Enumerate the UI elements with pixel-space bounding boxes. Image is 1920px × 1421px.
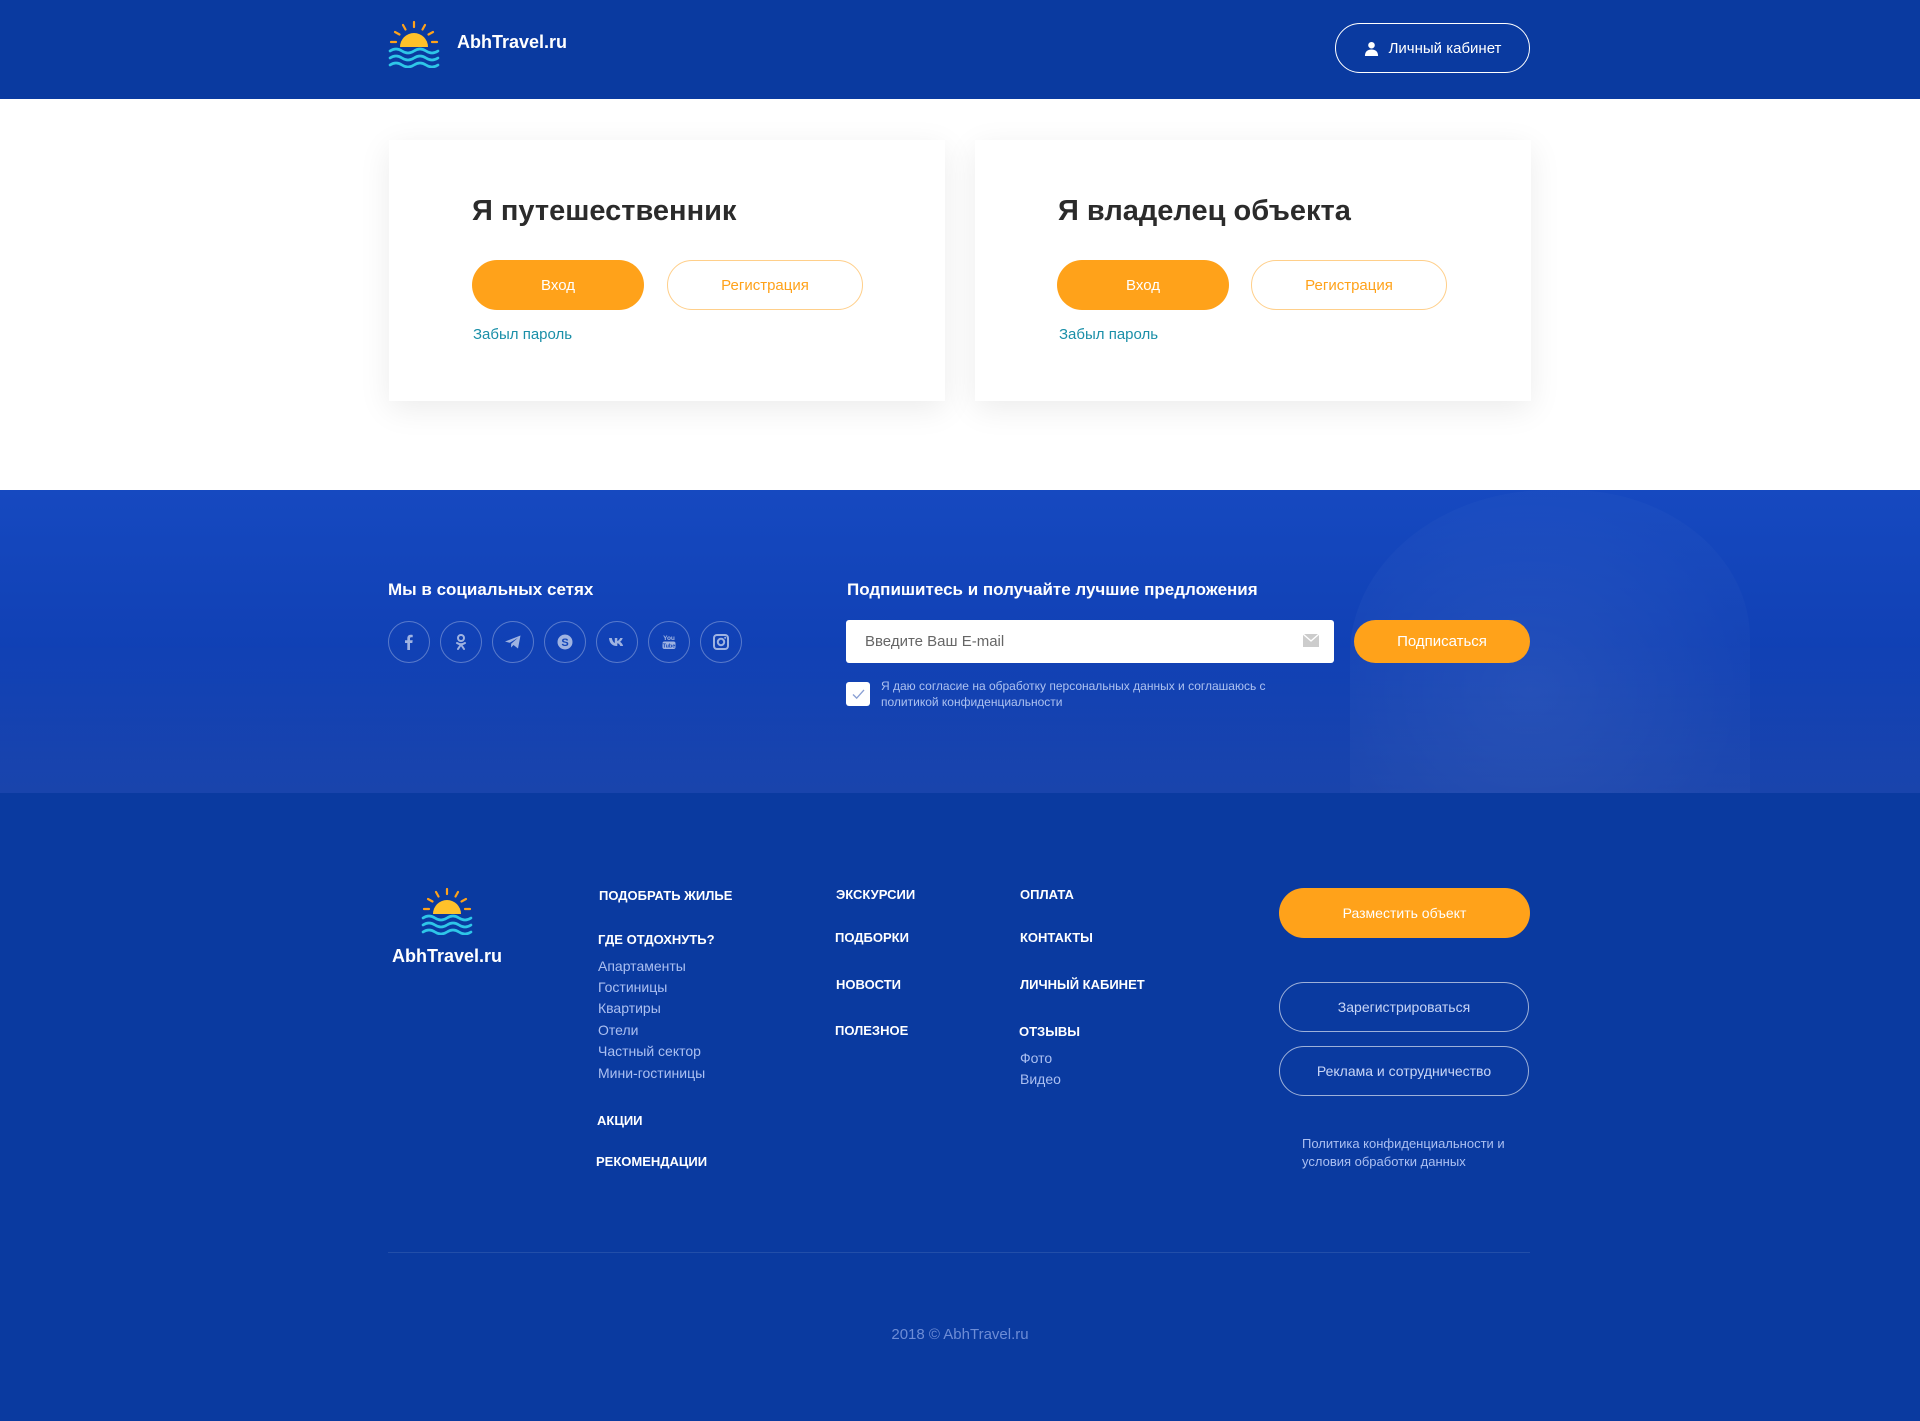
footer-logo[interactable]: AbhTravel.ru <box>389 887 505 967</box>
subscribe-section-title: Подпишитесь и получайте лучшие предложен… <box>847 580 1258 599</box>
owner-register-button[interactable]: Регистрация <box>1251 260 1447 310</box>
email-field-wrapper <box>846 620 1334 663</box>
traveler-card: Я путешественник Вход Регистрация Забыл … <box>389 140 945 401</box>
social-subscribe-section: Мы в социальных сетях S You Tube Подпишит… <box>0 490 1920 793</box>
owner-login-button[interactable]: Вход <box>1057 260 1229 310</box>
traveler-register-button[interactable]: Регистрация <box>667 260 863 310</box>
footer-link-recommendations[interactable]: РЕКОМЕНДАЦИИ <box>596 1154 707 1169</box>
sunrise-logo-icon <box>421 887 473 936</box>
place-object-button[interactable]: Разместить объект <box>1279 888 1530 938</box>
svg-text:Tube: Tube <box>663 644 676 650</box>
traveler-card-title: Я путешественник <box>472 195 737 227</box>
footer-divider <box>388 1252 1530 1253</box>
traveler-forgot-password-link[interactable]: Забыл пароль <box>473 326 572 343</box>
consent-text: Я даю согласие на обработку персональных… <box>881 679 1266 709</box>
owner-forgot-password-link[interactable]: Забыл пароль <box>1059 326 1158 343</box>
footer-link-collections[interactable]: ПОДБОРКИ <box>835 930 909 945</box>
site-header: AbhTravel.ru Личный кабинет <box>0 0 1920 99</box>
footer-link-apartments[interactable]: Апартаменты <box>598 958 686 974</box>
svg-text:You: You <box>663 635 675 642</box>
footer-link-photo[interactable]: Фото <box>1020 1050 1052 1066</box>
mail-icon <box>1303 634 1319 647</box>
site-logo[interactable]: AbhTravel.ru <box>388 20 567 68</box>
footer-link-reviews[interactable]: ОТЗЫВЫ <box>1019 1024 1080 1039</box>
traveler-login-button[interactable]: Вход <box>472 260 644 310</box>
footer-link-news[interactable]: НОВОСТИ <box>836 977 901 992</box>
footer-logo-text: AbhTravel.ru <box>391 946 503 966</box>
subscribe-button[interactable]: Подписаться <box>1354 620 1530 663</box>
owner-card-title: Я владелец объекта <box>1058 195 1351 227</box>
vk-icon[interactable] <box>596 621 638 663</box>
footer-link-mini-hotels[interactable]: Мини-гостиницы <box>598 1065 705 1081</box>
ads-cooperation-button[interactable]: Реклама и сотрудничество <box>1279 1046 1529 1096</box>
personal-cabinet-button[interactable]: Личный кабинет <box>1335 23 1530 73</box>
odnoklassniki-icon[interactable] <box>440 621 482 663</box>
telegram-icon[interactable] <box>492 621 534 663</box>
personal-cabinet-label: Личный кабинет <box>1388 39 1502 57</box>
footer-link-hotels-small[interactable]: Гостиницы <box>598 979 667 995</box>
footer-link-choose-housing[interactable]: ПОДОБРАТЬ ЖИЛЬЕ <box>599 888 732 903</box>
facebook-icon[interactable] <box>388 621 430 663</box>
user-icon <box>1364 41 1378 56</box>
youtube-icon[interactable]: You Tube <box>648 621 690 663</box>
consent-checkbox[interactable] <box>846 682 870 706</box>
footer-link-excursions[interactable]: ЭКСКУРСИИ <box>836 887 915 902</box>
instagram-icon[interactable] <box>700 621 742 663</box>
skype-icon[interactable]: S <box>544 621 586 663</box>
footer-link-payment[interactable]: ОПЛАТА <box>1020 887 1074 902</box>
copyright-text: 2018 © AbhTravel.ru <box>891 1326 1029 1343</box>
footer-link-contacts[interactable]: КОНТАКТЫ <box>1020 930 1093 945</box>
social-links: S You Tube <box>388 621 752 663</box>
logo-text: AbhTravel.ru <box>457 31 568 52</box>
footer-link-where-rest[interactable]: ГДЕ ОТДОХНУТЬ? <box>598 932 715 947</box>
privacy-policy-link[interactable]: Политика конфиденциальности и условия об… <box>1302 1135 1532 1171</box>
social-section-title: Мы в социальных сетях <box>388 580 594 599</box>
footer-link-video[interactable]: Видео <box>1020 1071 1061 1087</box>
footer-link-hotels[interactable]: Отели <box>598 1022 638 1038</box>
register-button[interactable]: Зарегистрироваться <box>1279 982 1529 1032</box>
footer-link-promos[interactable]: АКЦИИ <box>597 1113 643 1128</box>
footer-link-useful[interactable]: ПОЛЕЗНОЕ <box>835 1023 908 1038</box>
footer-link-private-sector[interactable]: Частный сектор <box>598 1043 701 1059</box>
email-input[interactable] <box>865 633 1285 650</box>
svg-text:S: S <box>561 637 568 649</box>
checkmark-icon <box>852 688 865 699</box>
sunrise-logo-icon <box>388 20 440 68</box>
owner-card: Я владелец объекта Вход Регистрация Забы… <box>975 140 1531 401</box>
footer-link-flats[interactable]: Квартиры <box>598 1000 661 1016</box>
site-footer: AbhTravel.ru ПОДОБРАТЬ ЖИЛЬЕ ГДЕ ОТДОХНУ… <box>0 793 1920 1421</box>
footer-link-personal-cabinet[interactable]: ЛИЧНЫЙ КАБИНЕТ <box>1020 977 1145 992</box>
